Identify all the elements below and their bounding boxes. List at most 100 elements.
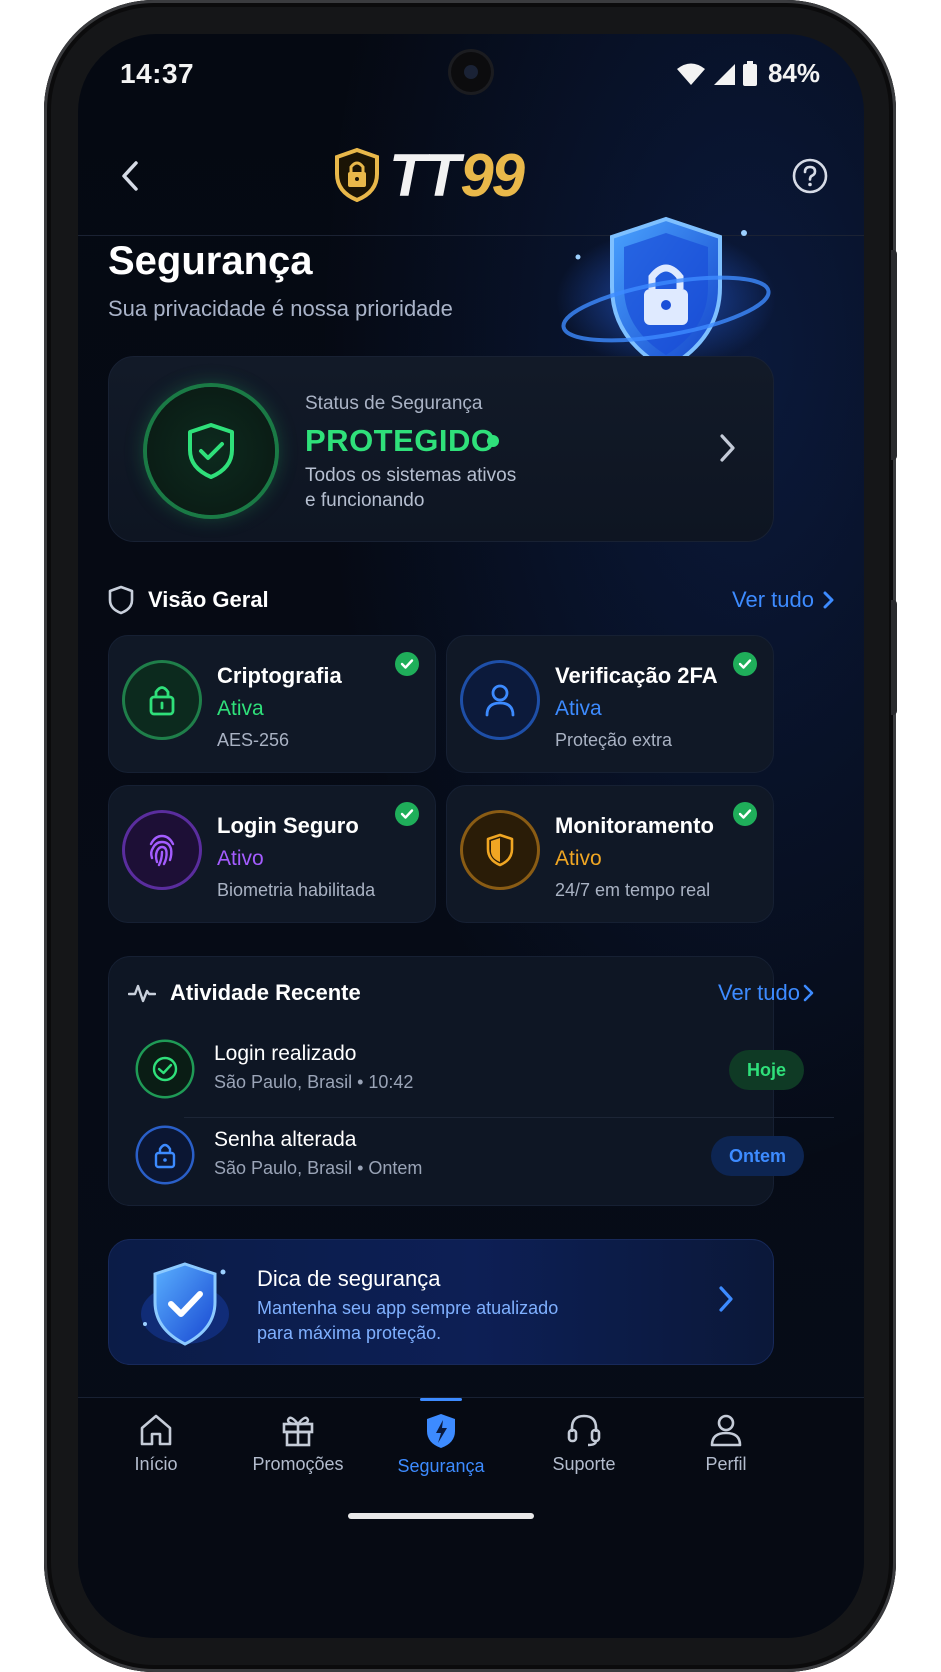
nav-label: Promoções: [252, 1454, 344, 1474]
hero-shield-lock-icon: [556, 216, 776, 369]
overview-see-all-link[interactable]: Ver tudo: [732, 587, 834, 613]
back-button[interactable]: [98, 144, 162, 208]
active-tab-indicator: [420, 1398, 462, 1401]
activity-pulse-icon: [128, 984, 156, 1003]
shield-icon: [486, 833, 514, 867]
nav-support[interactable]: Suporte: [514, 1412, 654, 1502]
overview-title: Visão Geral: [148, 587, 269, 612]
check-badge-icon: [395, 652, 419, 676]
check-circle-icon: [152, 1056, 178, 1082]
status-description-2: e funcionando: [305, 490, 425, 511]
logo-text-tt: TT: [389, 141, 460, 209]
help-button[interactable]: [778, 144, 842, 208]
user-icon: [485, 684, 515, 717]
chevron-right-icon: [803, 984, 814, 1002]
home-indicator-bar[interactable]: [348, 1513, 534, 1519]
status-value: PROTEGIDO: [305, 423, 496, 458]
feature-status: Ativa: [555, 697, 602, 720]
see-all-label: Ver tudo: [732, 587, 814, 612]
feature-title: Criptografia: [217, 663, 342, 688]
activity-title: Senha alterada: [214, 1128, 357, 1151]
nav-label: Perfil: [705, 1454, 747, 1474]
fingerprint-icon: [149, 834, 175, 867]
divider: [184, 1117, 834, 1118]
feature-title: Verificação 2FA: [555, 663, 718, 688]
help-icon: [792, 158, 828, 194]
page-subtitle: Sua privacidade é nossa prioridade: [108, 296, 453, 321]
nav-label: Suporte: [552, 1454, 616, 1474]
logo-text-99: 99: [460, 141, 525, 209]
battery-percent: 84%: [767, 58, 820, 88]
feature-desc: Biometria habilitada: [217, 880, 376, 900]
security-tip-card[interactable]: Dica de segurança Mantenha seu app sempr…: [108, 1239, 774, 1365]
status-description: Todos os sistemas ativos: [305, 465, 517, 486]
power-button: [891, 250, 897, 460]
activity-title: Atividade Recente: [170, 980, 361, 1005]
home-icon: [140, 1414, 172, 1446]
lock-shield-logo-icon: [335, 147, 379, 203]
shield-check-icon: [141, 1262, 229, 1346]
chevron-left-icon: [122, 161, 138, 191]
feature-desc: 24/7 em tempo real: [555, 880, 711, 900]
status-time: 14:37: [120, 58, 195, 89]
nav-label: Segurança: [397, 1456, 485, 1476]
bottom-navigation: Início Promoções Segurança Suporte Perfi…: [78, 1397, 864, 1638]
check-badge-icon: [733, 652, 757, 676]
nav-home[interactable]: Início: [86, 1412, 226, 1502]
feature-card-secure-login[interactable]: Login Seguro Ativo Biometria habilitada: [108, 785, 436, 923]
nav-security[interactable]: Segurança: [371, 1412, 511, 1502]
feature-card-encryption[interactable]: Criptografia Ativa AES-256: [108, 635, 436, 773]
encryption-badge: [125, 663, 199, 737]
secure-login-badge: [125, 813, 199, 887]
overview-header: Visão Geral Ver tudo: [108, 580, 834, 620]
activity-subtitle: São Paulo, Brasil • 10:42: [214, 1072, 414, 1092]
battery-icon: [742, 60, 757, 86]
feature-status: Ativo: [555, 847, 602, 870]
password-status-badge: [138, 1128, 192, 1182]
feature-card-monitoring[interactable]: Monitoramento Ativo 24/7 em tempo real: [446, 785, 774, 923]
chevron-right-icon: [720, 434, 735, 462]
time-badge: Ontem: [710, 1136, 804, 1176]
time-badge: Hoje: [728, 1050, 804, 1090]
see-all-label: Ver tudo: [718, 980, 800, 1005]
person-icon: [710, 1414, 742, 1447]
status-online-dot: [487, 435, 499, 447]
monitoring-badge: [463, 813, 537, 887]
shield-check-icon: [188, 423, 234, 479]
activity-subtitle: São Paulo, Brasil • Ontem: [214, 1158, 423, 1178]
nav-label: Início: [134, 1454, 178, 1474]
shield-outline-icon: [108, 585, 134, 615]
lock-icon: [154, 1143, 176, 1169]
feature-status: Ativo: [217, 847, 264, 870]
login-status-badge: [138, 1042, 192, 1096]
tip-description: Mantenha seu app sempre atualizado: [257, 1298, 559, 1318]
nav-profile[interactable]: Perfil: [656, 1412, 796, 1502]
feature-card-2fa[interactable]: Verificação 2FA Ativa Proteção extra: [446, 635, 774, 773]
headset-icon: [567, 1414, 601, 1447]
nav-promotions[interactable]: Promoções: [228, 1412, 368, 1502]
check-badge-icon: [395, 802, 419, 826]
tt99-logo: TT 99: [333, 133, 633, 217]
lock-icon: [149, 686, 175, 716]
activity-see-all-link[interactable]: Ver tudo: [718, 980, 814, 1006]
activity-item[interactable]: Senha alterada São Paulo, Brasil • Ontem…: [138, 1120, 804, 1190]
gift-icon: [282, 1416, 314, 1447]
feature-title: Monitoramento: [555, 813, 714, 838]
wifi-icon: [676, 63, 705, 85]
feature-status: Ativa: [217, 697, 264, 720]
tip-title: Dica de segurança: [257, 1266, 441, 1291]
chevron-right-icon: [719, 1286, 733, 1312]
front-camera: [451, 52, 491, 92]
volume-button: [891, 600, 897, 715]
security-status-card[interactable]: Status de Segurança PROTEGIDO Todos os s…: [108, 356, 774, 542]
activity-item[interactable]: Login realizado São Paulo, Brasil • 10:4…: [138, 1034, 804, 1104]
status-icons: 84%: [676, 58, 820, 89]
screen: 14:37 84% TT 99 Segurança Sua privacidad…: [78, 34, 864, 1638]
tip-description-2: para máxima proteção.: [257, 1323, 442, 1343]
2fa-badge: [463, 663, 537, 737]
activity-title: Login realizado: [214, 1042, 357, 1065]
page-title: Segurança: [108, 239, 313, 283]
feature-title: Login Seguro: [217, 813, 359, 838]
status-label: Status de Segurança: [305, 393, 483, 414]
shield-icon: [427, 1414, 455, 1448]
